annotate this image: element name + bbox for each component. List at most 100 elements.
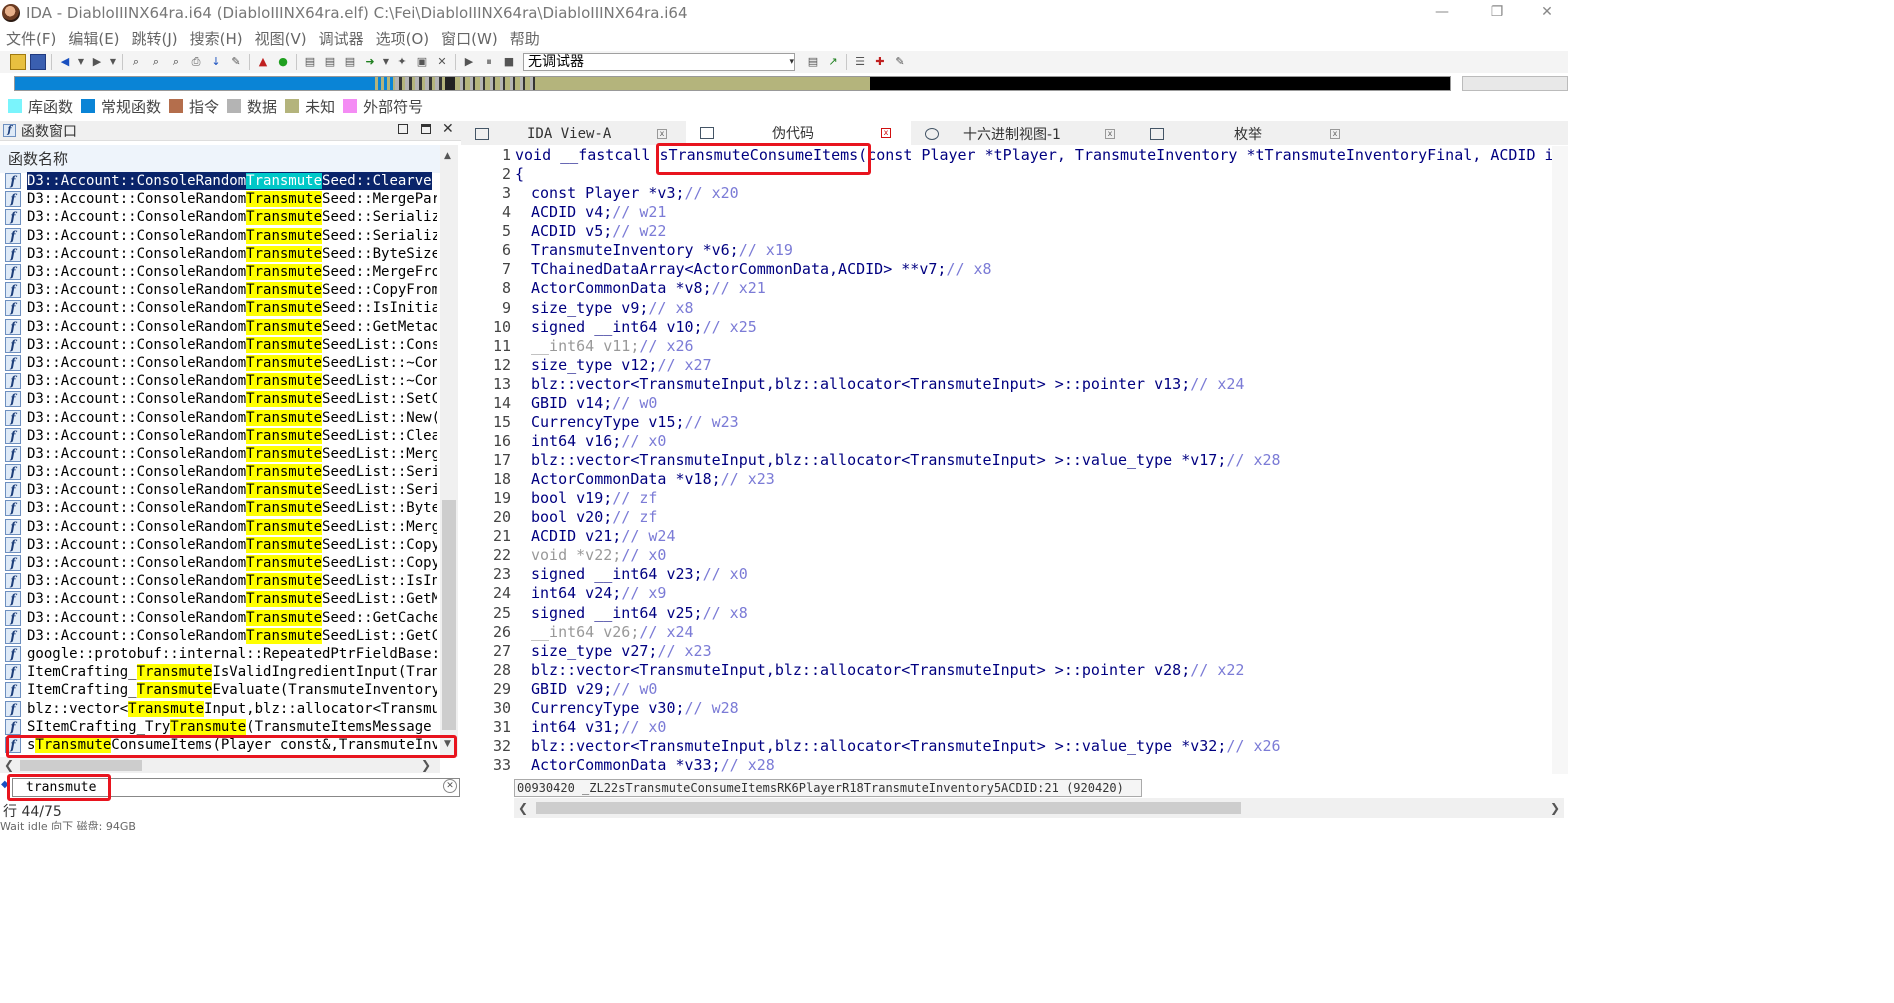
menu-edit[interactable]: 编辑(E) [62,28,125,49]
code-icon[interactable]: ▤ [302,54,318,70]
close-pane-icon[interactable]: ✕ [442,121,454,137]
undefine-icon[interactable]: ✦ [394,54,410,70]
navigation-scroll[interactable] [1462,76,1568,91]
function-row[interactable]: f D3::Account::ConsoleRandomTransmuteSeed… [5,263,437,281]
function-row[interactable]: f D3::Account::ConsoleRandomTransmuteSeed… [5,518,437,536]
code-line[interactable]: 1 void __fastcall sTransmuteConsumeItems(… [461,146,1568,165]
navigation-band[interactable] [14,76,1451,91]
data-icon[interactable]: ▤ [322,54,338,70]
code-line[interactable]: 23 signed __int64 v23; // x0 [461,565,1568,584]
minimize-button[interactable]: — [1422,2,1462,22]
function-row[interactable]: f D3::Account::ConsoleRandomTransmuteSeed… [5,463,437,481]
code-line[interactable]: 7 TChainedDataArray<ActorCommonData,ACDID… [461,260,1568,279]
print-icon[interactable]: ⎙ [188,54,204,70]
menu-search[interactable]: 搜索(H) [184,28,249,49]
code-line[interactable]: 4 ACDID v4; // w21 [461,203,1568,222]
code-line[interactable]: 10 signed __int64 v10; // x25 [461,318,1568,337]
function-row[interactable]: f D3::Account::ConsoleRandomTransmuteSeed… [5,336,437,354]
function-row[interactable]: f D3::Account::ConsoleRandomTransmuteSeed… [5,354,437,372]
functions-list[interactable]: f D3::Account::ConsoleRandomTransmuteSeed… [5,172,437,760]
function-row[interactable]: f ItemCrafting_TransmuteEvaluate(Transmut… [5,681,437,699]
function-row[interactable]: f SItemCrafting_TryTransmute(TransmuteIte… [5,718,437,736]
close-button[interactable]: ✕ [1527,2,1567,22]
code-line[interactable]: 13 blz::vector<TransmuteInput,blz::alloca… [461,375,1568,394]
close-tab-icon[interactable]: x [1105,129,1115,139]
tab-pseudocode[interactable]: 伪代码 x [686,121,911,145]
chevron-down-icon[interactable]: ▼ [77,54,85,70]
function-row[interactable]: f D3::Account::ConsoleRandomTransmuteSeed… [5,245,437,263]
code-line[interactable]: 25 signed __int64 v25; // x8 [461,604,1568,623]
code-line[interactable]: 11 __int64 v11; // x26 [461,337,1568,356]
code-line[interactable]: 30 CurrencyType v30; // w28 [461,699,1568,718]
code-line[interactable]: 14 GBID v14; // w0 [461,394,1568,413]
functions-horizontal-scrollbar[interactable]: ❮ ❯ [0,757,440,773]
function-row[interactable]: f D3::Account::ConsoleRandomTransmuteSeed… [5,208,437,226]
menu-view[interactable]: 视图(V) [249,28,313,49]
code-line[interactable]: 28 blz::vector<TransmuteInput,blz::alloca… [461,661,1568,680]
menu-help[interactable]: 帮助 [504,28,546,49]
function-row[interactable]: f D3::Account::ConsoleRandomTransmuteSeed… [5,281,437,299]
restore-pane-icon[interactable] [398,124,408,134]
code-line[interactable]: 29 GBID v29; // w0 [461,680,1568,699]
code-line[interactable]: 21 ACDID v21; // w24 [461,527,1568,546]
code-line[interactable]: 22 void *v22; // x0 [461,546,1568,565]
function-row[interactable]: f D3::Account::ConsoleRandomTransmuteSeed… [5,318,437,336]
stop-icon[interactable]: ■ [501,54,517,70]
code-line[interactable]: 31 int64 v31; // x0 [461,718,1568,737]
scroll-right-icon[interactable]: ❯ [1550,801,1560,815]
graph-icon[interactable]: ▲ [255,54,271,70]
attach-icon[interactable]: ↗ [825,54,841,70]
scroll-left-icon[interactable]: ❮ [4,758,14,772]
code-hscroll-thumb[interactable] [536,802,1241,814]
menu-jump[interactable]: 跳转(J) [126,28,184,49]
pause-icon[interactable]: ⏸ [481,54,497,70]
close-tab-icon[interactable]: x [1330,129,1340,139]
text-search-icon[interactable]: ⌕ [148,54,164,70]
function-row[interactable]: f D3::Account::ConsoleRandomTransmuteSeed… [5,481,437,499]
pseudocode-view[interactable]: 1 void __fastcall sTransmuteConsumeItems(… [461,146,1568,774]
code-line[interactable]: 18 ActorCommonData *v18; // x23 [461,470,1568,489]
tab-hex-view[interactable]: 十六进制视图-1 x [911,123,1136,145]
functions-hscroll-thumb[interactable] [20,760,142,771]
code-line[interactable]: 8 ActorCommonData *v8; // x21 [461,279,1568,298]
string-icon[interactable]: ▤ [342,54,358,70]
forward-icon[interactable]: ▶ [89,54,105,70]
code-line[interactable]: 32 blz::vector<TransmuteInput,blz::alloca… [461,737,1568,756]
play-icon[interactable]: ▶ [461,54,477,70]
back-icon[interactable]: ◀ [57,54,73,70]
scroll-left-icon[interactable]: ❮ [518,801,528,815]
arrow-green-icon[interactable]: ➜ [362,54,378,70]
patch-icon[interactable]: ✎ [228,54,244,70]
cross-icon[interactable]: ✕ [434,54,450,70]
code-vertical-scrollbar[interactable] [1552,146,1568,774]
function-row[interactable]: f D3::Account::ConsoleRandomTransmuteSeed… [5,427,437,445]
code-line[interactable]: 19 bool v19; // zf [461,489,1568,508]
code-line[interactable]: 20 bool v20; // zf [461,508,1568,527]
function-row[interactable]: f D3::Account::ConsoleRandomTransmuteSeed… [5,554,437,572]
function-row[interactable]: f D3::Account::ConsoleRandomTransmuteSeed… [5,299,437,317]
function-row[interactable]: f ItemCrafting_TransmuteIsValidIngredient… [5,663,437,681]
function-row[interactable]: f D3::Account::ConsoleRandomTransmuteSeed… [5,190,437,208]
chevron-down-icon[interactable]: ▼ [382,54,390,70]
struct-icon[interactable]: ▣ [414,54,430,70]
clear-filter-icon[interactable]: ✕ [443,779,457,793]
breakpoint-icon[interactable]: ✚ [872,54,888,70]
binary-search-icon[interactable]: ⌕ [128,54,144,70]
code-line[interactable]: 24 int64 v24; // x9 [461,584,1568,603]
function-row[interactable]: f D3::Account::ConsoleRandomTransmuteSeed… [5,572,437,590]
function-row[interactable]: f D3::Account::ConsoleRandomTransmuteSeed… [5,445,437,463]
code-line[interactable]: 33 ActorCommonData *v33; // x28 [461,756,1568,774]
code-line[interactable]: 6 TransmuteInventory *v6; // x19 [461,241,1568,260]
tab-ida-view-a[interactable]: IDA View-A x [461,123,686,145]
function-row[interactable]: f D3::Account::ConsoleRandomTransmuteSeed… [5,609,437,627]
function-row[interactable]: f blz::vector<TransmuteInput,blz::allocat… [5,699,437,717]
function-row[interactable]: f D3::Account::ConsoleRandomTransmuteSeed… [5,172,437,191]
tab-enums[interactable]: 枚举 x [1136,123,1361,145]
menu-file[interactable]: 文件(F) [0,28,62,49]
code-line[interactable]: 9 size_type v9; // x8 [461,299,1568,318]
functions-scroll-thumb[interactable] [442,500,456,730]
open-icon[interactable] [10,54,26,70]
run-circle-icon[interactable]: ● [275,54,291,70]
code-line[interactable]: 3 const Player *v3; // x20 [461,184,1568,203]
functions-vertical-scrollbar[interactable]: ▲ ▼ [440,145,458,757]
